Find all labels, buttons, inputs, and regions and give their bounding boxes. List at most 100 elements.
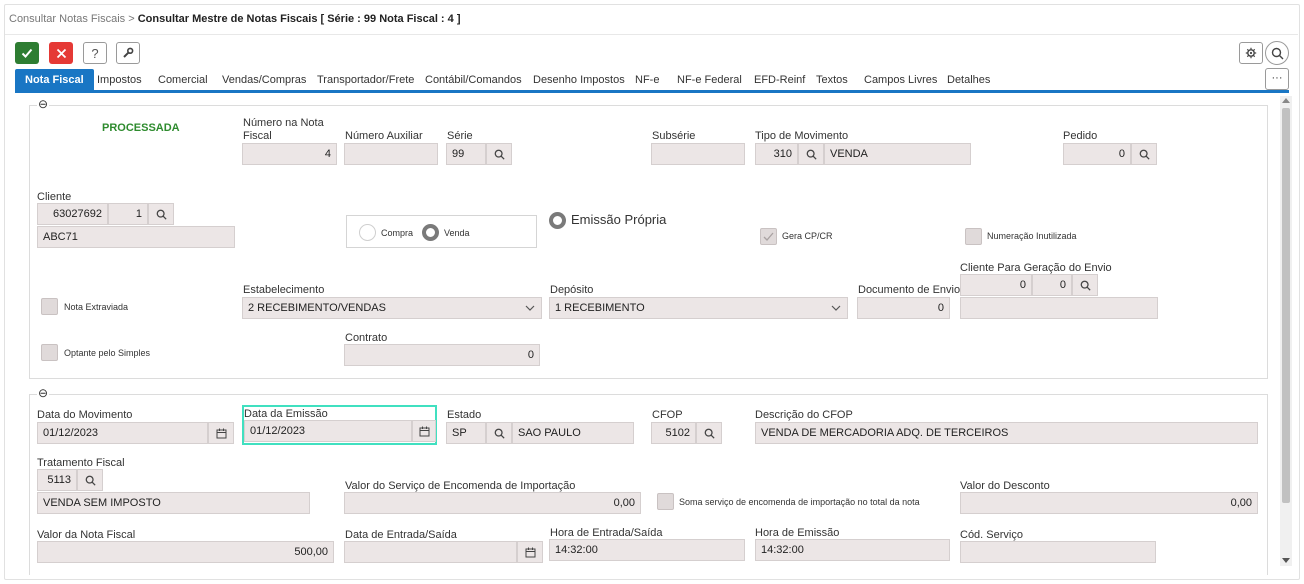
valor-nf-field[interactable]: 500,00 bbox=[37, 541, 334, 563]
header-divider bbox=[5, 34, 1298, 35]
help-icon: ? bbox=[91, 45, 99, 61]
cliente-envio-code-field[interactable]: 0 bbox=[960, 274, 1032, 296]
data-movimento-field[interactable]: 01/12/2023 bbox=[37, 422, 208, 444]
tab-nfe-federal[interactable]: NF-e Federal bbox=[677, 69, 742, 91]
cliente-envio-search-button[interactable] bbox=[1072, 274, 1098, 296]
collapse-dates-icon[interactable]: ⊖ bbox=[37, 387, 50, 399]
tab-transportador-frete[interactable]: Transportador/Frete bbox=[317, 69, 414, 91]
hora-emissao-field[interactable]: 14:32:00 bbox=[755, 539, 950, 561]
tab-campos-livres[interactable]: Campos Livres bbox=[864, 69, 937, 91]
tipo-movimento-search-button[interactable] bbox=[798, 143, 824, 165]
breadcrumb-current: Consultar Mestre de Notas Fiscais [ Séri… bbox=[137, 13, 461, 25]
tratamento-fiscal-desc-field[interactable]: VENDA SEM IMPOSTO bbox=[37, 492, 310, 514]
search-icon bbox=[1080, 280, 1091, 291]
serie-search-button[interactable] bbox=[486, 143, 512, 165]
confirm-button[interactable] bbox=[15, 42, 39, 64]
tab-contabil-comandos[interactable]: Contábil/Comandos bbox=[425, 69, 522, 91]
valor-desconto-field[interactable]: 0,00 bbox=[960, 492, 1258, 514]
tipo-movimento-desc-field[interactable]: VENDA bbox=[824, 143, 971, 165]
estado-label: Estado bbox=[447, 409, 482, 421]
optante-simples-checkbox[interactable] bbox=[41, 344, 58, 361]
estado-code-field[interactable]: SP bbox=[446, 422, 486, 444]
cliente-envio-label: Cliente Para Geração do Envio bbox=[960, 262, 1112, 274]
help-button[interactable]: ? bbox=[83, 42, 107, 64]
descricao-cfop-label: Descrição do CFOP bbox=[755, 409, 853, 421]
tab-nfe[interactable]: NF-e bbox=[635, 69, 659, 91]
tab-efd-reinf[interactable]: EFD-Reinf bbox=[754, 69, 805, 91]
tab-underline bbox=[15, 90, 1289, 93]
tratamento-fiscal-code-field[interactable]: 5113 bbox=[37, 469, 77, 491]
deposito-select[interactable]: 1 RECEBIMENTO bbox=[549, 297, 848, 319]
numeracao-inutilizada-checkbox[interactable] bbox=[965, 228, 982, 245]
contrato-field[interactable]: 0 bbox=[344, 344, 540, 366]
cfop-field[interactable]: 5102 bbox=[651, 422, 696, 444]
cancel-button[interactable] bbox=[49, 42, 73, 64]
tab-detalhes[interactable]: Detalhes bbox=[947, 69, 990, 91]
numero-auxiliar-field[interactable] bbox=[344, 143, 438, 165]
valor-servico-label: Valor do Serviço de Encomenda de Importa… bbox=[345, 480, 576, 492]
search-icon bbox=[1139, 149, 1150, 160]
scrollbar-thumb[interactable] bbox=[1282, 108, 1290, 503]
cliente-search-button[interactable] bbox=[148, 203, 174, 225]
data-entrada-calendar-button[interactable] bbox=[517, 541, 543, 563]
estabelecimento-value: 2 RECEBIMENTO/VENDAS bbox=[248, 302, 386, 314]
hora-emissao-label: Hora de Emissão bbox=[755, 527, 840, 539]
valor-servico-field[interactable]: 0,00 bbox=[344, 492, 641, 514]
descricao-cfop-field[interactable]: VENDA DE MERCADORIA ADQ. DE TERCEIROS bbox=[755, 422, 1258, 444]
tools-button[interactable] bbox=[116, 42, 140, 64]
search-button[interactable] bbox=[1265, 41, 1289, 65]
tab-desenho-impostos[interactable]: Desenho Impostos bbox=[533, 69, 625, 91]
cliente-envio-name-field[interactable] bbox=[960, 297, 1158, 319]
cliente-envio-seq-field[interactable]: 0 bbox=[1032, 274, 1072, 296]
data-entrada-field[interactable] bbox=[344, 541, 517, 563]
tab-nota-fiscal[interactable]: Nota Fiscal bbox=[15, 69, 94, 91]
pedido-search-button[interactable] bbox=[1131, 143, 1157, 165]
close-icon bbox=[56, 48, 66, 58]
tratamento-fiscal-search-button[interactable] bbox=[77, 469, 103, 491]
scroll-up-icon[interactable] bbox=[1282, 97, 1290, 103]
estabelecimento-select[interactable]: 2 RECEBIMENTO/VENDAS bbox=[242, 297, 542, 319]
estado-search-button[interactable] bbox=[486, 422, 512, 444]
cliente-seq-field[interactable]: 1 bbox=[108, 203, 148, 225]
data-entrada-label: Data de Entrada/Saída bbox=[345, 529, 457, 541]
cod-servico-field[interactable] bbox=[960, 541, 1156, 563]
venda-radio[interactable] bbox=[422, 224, 439, 241]
data-emissao-calendar-button[interactable] bbox=[412, 420, 436, 442]
compra-label: Compra bbox=[381, 228, 414, 238]
tipo-movimento-code-field[interactable]: 310 bbox=[755, 143, 798, 165]
optante-simples-label: Optante pelo Simples bbox=[64, 348, 151, 358]
cfop-search-button[interactable] bbox=[696, 422, 722, 444]
tab-textos[interactable]: Textos bbox=[816, 69, 848, 91]
soma-servico-checkbox[interactable] bbox=[657, 493, 674, 510]
estado-name-field[interactable]: SAO PAULO bbox=[512, 422, 634, 444]
data-emissao-field[interactable]: 01/12/2023 bbox=[244, 420, 412, 442]
tab-vendas-compras[interactable]: Vendas/Compras bbox=[222, 69, 306, 91]
serie-field[interactable]: 99 bbox=[446, 143, 486, 165]
documento-envio-field[interactable]: 0 bbox=[857, 297, 950, 319]
hora-entrada-field[interactable]: 14:32:00 bbox=[549, 539, 745, 561]
vertical-scrollbar[interactable] bbox=[1280, 96, 1292, 566]
subserie-field[interactable] bbox=[651, 143, 745, 165]
nota-extraviada-checkbox[interactable] bbox=[41, 298, 58, 315]
numero-nf-field[interactable]: 4 bbox=[242, 143, 337, 165]
pedido-field[interactable]: 0 bbox=[1063, 143, 1131, 165]
deposito-value: 1 RECEBIMENTO bbox=[555, 302, 645, 314]
breadcrumb-parent[interactable]: Consultar Notas Fiscais bbox=[9, 13, 125, 25]
compra-radio[interactable] bbox=[359, 224, 376, 241]
cliente-code-field[interactable]: 63027692 bbox=[37, 203, 108, 225]
settings-button[interactable] bbox=[1239, 42, 1263, 64]
tab-impostos[interactable]: Impostos bbox=[97, 69, 142, 91]
more-tabs-button[interactable]: ··· bbox=[1265, 68, 1289, 90]
tratamento-fiscal-label: Tratamento Fiscal bbox=[37, 457, 125, 469]
contrato-label: Contrato bbox=[345, 332, 388, 344]
scroll-down-icon[interactable] bbox=[1282, 558, 1290, 564]
calendar-icon bbox=[525, 547, 535, 557]
gera-cpcr-checkbox[interactable] bbox=[760, 228, 777, 245]
numero-nf-label-2: Fiscal bbox=[243, 130, 272, 142]
tab-comercial[interactable]: Comercial bbox=[158, 69, 208, 91]
emissao-propria-radio[interactable] bbox=[549, 212, 566, 229]
valor-nf-label: Valor da Nota Fiscal bbox=[37, 529, 136, 541]
data-movimento-calendar-button[interactable] bbox=[208, 422, 234, 444]
cliente-name-field[interactable]: ABC71 bbox=[37, 226, 235, 248]
collapse-main-icon[interactable]: ⊖ bbox=[37, 98, 50, 110]
